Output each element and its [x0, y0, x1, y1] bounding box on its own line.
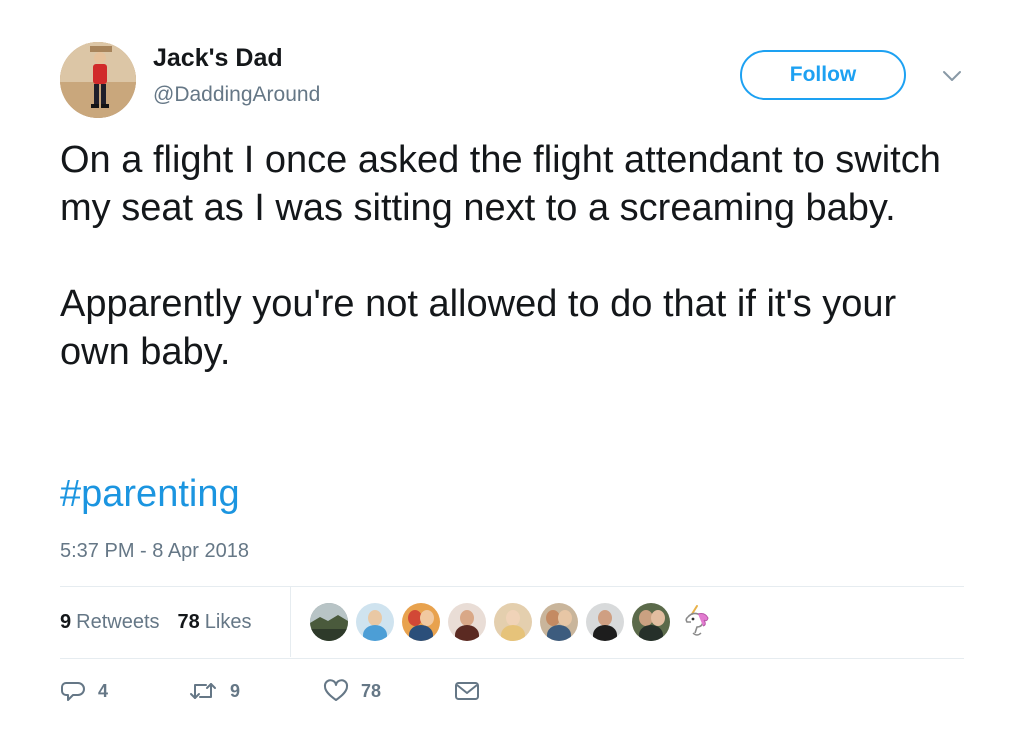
- author-handle[interactable]: @DaddingAround: [153, 83, 320, 107]
- tweet-timestamp[interactable]: 5:37 PM - 8 Apr 2018: [60, 540, 249, 563]
- retweet-count: 9: [230, 680, 241, 701]
- divider: [60, 586, 964, 587]
- caret-down-icon[interactable]: [940, 68, 964, 84]
- mail-icon: [453, 678, 481, 704]
- liker-avatar[interactable]: [540, 603, 578, 641]
- unicorn-icon[interactable]: [678, 603, 716, 641]
- direct-message-action[interactable]: [453, 678, 481, 704]
- likes-label: Likes: [204, 610, 252, 633]
- tweet-actions: 4 9 78: [60, 676, 481, 706]
- liker-avatar[interactable]: [494, 603, 532, 641]
- author-display-name[interactable]: Jack's Dad: [153, 44, 283, 73]
- likes-count: 78: [177, 610, 200, 633]
- tweet-text: On a flight I once asked the flight atte…: [60, 136, 960, 376]
- tweet-stats: 9 Retweets 78 Likes: [60, 606, 251, 638]
- retweets-label: Retweets: [76, 610, 160, 633]
- liker-avatar[interactable]: [448, 603, 486, 641]
- stats-separator: [290, 587, 291, 657]
- liker-avatar[interactable]: [310, 603, 348, 641]
- heart-icon: [323, 678, 349, 704]
- tweet-card: Jack's Dad @DaddingAround Follow On a fl…: [0, 0, 1024, 750]
- liker-avatar[interactable]: [632, 603, 670, 641]
- tweet-paragraph: Apparently you're not allowed to do that…: [60, 283, 897, 373]
- retweets-count: 9: [60, 610, 72, 633]
- liker-avatar[interactable]: [586, 603, 624, 641]
- retweet-action[interactable]: 9: [188, 678, 323, 704]
- reply-action[interactable]: 4: [60, 678, 160, 704]
- likes-stat[interactable]: 78 Likes: [178, 611, 252, 634]
- divider: [60, 658, 964, 659]
- liker-avatar[interactable]: [402, 603, 440, 641]
- reply-count: 4: [98, 680, 109, 701]
- reply-icon: [60, 678, 86, 704]
- hashtag-link[interactable]: #parenting: [60, 470, 240, 518]
- follow-button[interactable]: Follow: [740, 50, 906, 100]
- liker-avatar[interactable]: [356, 603, 394, 641]
- author-avatar[interactable]: [60, 42, 136, 118]
- like-action[interactable]: 78: [323, 678, 453, 704]
- retweet-icon: [188, 678, 218, 704]
- liker-avatars: [310, 603, 716, 641]
- like-count: 78: [361, 680, 382, 701]
- retweets-stat[interactable]: 9 Retweets: [60, 611, 160, 634]
- tweet-paragraph: On a flight I once asked the flight atte…: [60, 139, 941, 229]
